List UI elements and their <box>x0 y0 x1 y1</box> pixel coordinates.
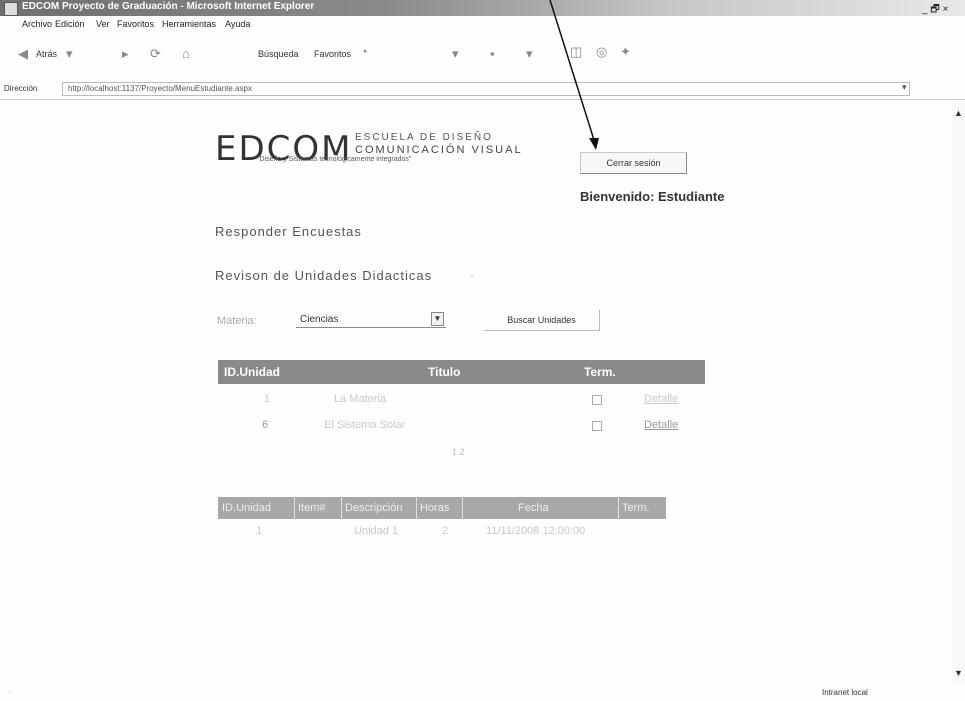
dropdown-arrow-icon[interactable]: ▾ <box>66 46 73 62</box>
menu-ayuda[interactable]: Ayuda <box>225 19 250 29</box>
window-title: EDCOM Proyecto de Graduación - Microsoft… <box>22 1 315 12</box>
col-header-term: Term. <box>584 365 616 379</box>
menu-favoritos[interactable]: Favoritos <box>117 19 154 29</box>
toolbar-divider <box>0 99 965 100</box>
col-separator <box>341 497 342 519</box>
status-bar: ◦ Intranet local <box>0 686 965 701</box>
address-dropdown-icon[interactable]: ▾ <box>902 82 907 93</box>
forward-arrow-icon[interactable]: ▸ <box>122 46 129 62</box>
refresh-icon[interactable]: ⟳ <box>150 46 161 62</box>
col-header-hours: Horas <box>420 502 450 514</box>
history-icon[interactable]: ◔ <box>360 44 368 59</box>
welcome-text: Bienvenido: Estudiante <box>580 189 725 204</box>
col-separator <box>294 497 295 519</box>
col-header-item: Item# <box>298 502 326 514</box>
logo-school-subtitle: COMUNICACIÓN VISUAL <box>355 144 523 156</box>
items-table-header: ID.Unidad Item# Descripción Horas Fecha … <box>218 497 666 519</box>
edit-dropdown-icon[interactable]: ▾ <box>526 46 533 62</box>
back-arrow-icon[interactable]: ◀ <box>18 46 28 62</box>
search-button[interactable]: Búsqueda <box>258 49 299 59</box>
item-hours: 2 <box>442 525 449 537</box>
logo-school-name: ESCUELA DE DISEÑO <box>355 132 493 143</box>
nav-marker-icon: ◦ <box>470 268 475 282</box>
scroll-down-icon[interactable]: ▼ <box>954 668 963 678</box>
menu-archivo[interactable]: Archivo <box>22 19 52 29</box>
logout-button[interactable]: Cerrar sesión <box>580 152 687 174</box>
edcom-logo: EDCOM ESCUELA DE DISEÑO COMUNICACIÓN VIS… <box>215 132 521 166</box>
col-header-id: ID.Unidad <box>222 502 271 514</box>
col-header-description: Descripción <box>345 502 403 514</box>
back-button[interactable]: Atrás <box>36 49 57 59</box>
row-title: La Materia <box>334 393 386 405</box>
title-bar: EDCOM Proyecto de Graduación - Microsoft… <box>0 0 965 16</box>
col-separator <box>416 497 417 519</box>
col-separator <box>462 497 463 519</box>
row-title: El Sistema Solar <box>324 419 406 431</box>
row-term-checkbox[interactable] <box>592 395 602 405</box>
row-detail-link[interactable]: Detalle <box>644 393 678 405</box>
row-detail-link[interactable]: Detalle <box>644 419 678 431</box>
print-icon[interactable]: ▪ <box>490 46 495 61</box>
menu-bar: Archivo Edición Ver Favoritos Herramient… <box>0 17 965 33</box>
chevron-down-icon[interactable]: ▼ <box>431 312 444 326</box>
item-id: 1 <box>256 525 263 537</box>
ie-icon <box>4 2 18 16</box>
subject-value: Ciencias <box>300 314 339 325</box>
subject-select[interactable]: Ciencias ▼ <box>296 311 446 328</box>
logo-tagline: "Diseño y Sistemas tecnológicamente inte… <box>257 156 412 163</box>
menu-herramientas[interactable]: Herramientas <box>162 19 216 29</box>
page-status-icon: ◦ <box>8 688 11 697</box>
units-pager[interactable]: 1 2 <box>452 447 465 457</box>
annotation-arrow <box>549 0 599 150</box>
row-term-checkbox[interactable] <box>592 421 602 431</box>
menu-ver[interactable]: Ver <box>96 19 110 29</box>
subject-label: Materia: <box>217 315 257 327</box>
col-header-date: Fecha <box>518 502 549 514</box>
discuss-icon[interactable]: ◫ <box>570 44 582 60</box>
col-header-term: Term. <box>622 502 650 514</box>
address-url[interactable]: http://localhost:1137/Proyecto/MenuEstud… <box>68 84 252 93</box>
home-icon[interactable]: ⌂ <box>182 46 190 61</box>
mail-icon[interactable]: ▾ <box>452 46 459 62</box>
units-table-header: ID.Unidad Titulo Term. <box>218 360 705 384</box>
vertical-scrollbar[interactable]: ▲ ▼ <box>952 100 965 685</box>
research-icon[interactable]: ✦ <box>620 44 631 60</box>
item-description: Unidad 1 <box>354 525 399 537</box>
scroll-up-icon[interactable]: ▲ <box>954 108 963 118</box>
col-header-title: Titulo <box>428 365 461 379</box>
row-id: 6 <box>262 419 269 431</box>
menu-edicion[interactable]: Edición <box>55 19 85 29</box>
col-separator <box>618 497 619 519</box>
nav-review-units[interactable]: Revison de Unidades Didacticas <box>215 268 432 283</box>
security-zone: Intranet local <box>822 688 868 697</box>
search-units-button[interactable]: Buscar Unidades <box>484 310 600 331</box>
favorites-button[interactable]: Favoritos <box>314 49 351 59</box>
row-id: 1 <box>264 393 271 405</box>
address-label: Dirección <box>4 84 38 93</box>
nav-respond-surveys[interactable]: Responder Encuestas <box>215 224 362 239</box>
address-bar: Dirección http://localhost:1137/Proyecto… <box>0 80 965 98</box>
toolbar: ◀ Atrás ▾ ▸ ⟳ ⌂ Búsqueda Favoritos ◔ ▾ ▪… <box>0 44 965 66</box>
item-date: 11/11/2008 12:00:00 <box>486 525 586 537</box>
col-header-id: ID.Unidad <box>224 365 280 379</box>
messenger-icon[interactable]: ◎ <box>596 44 607 60</box>
